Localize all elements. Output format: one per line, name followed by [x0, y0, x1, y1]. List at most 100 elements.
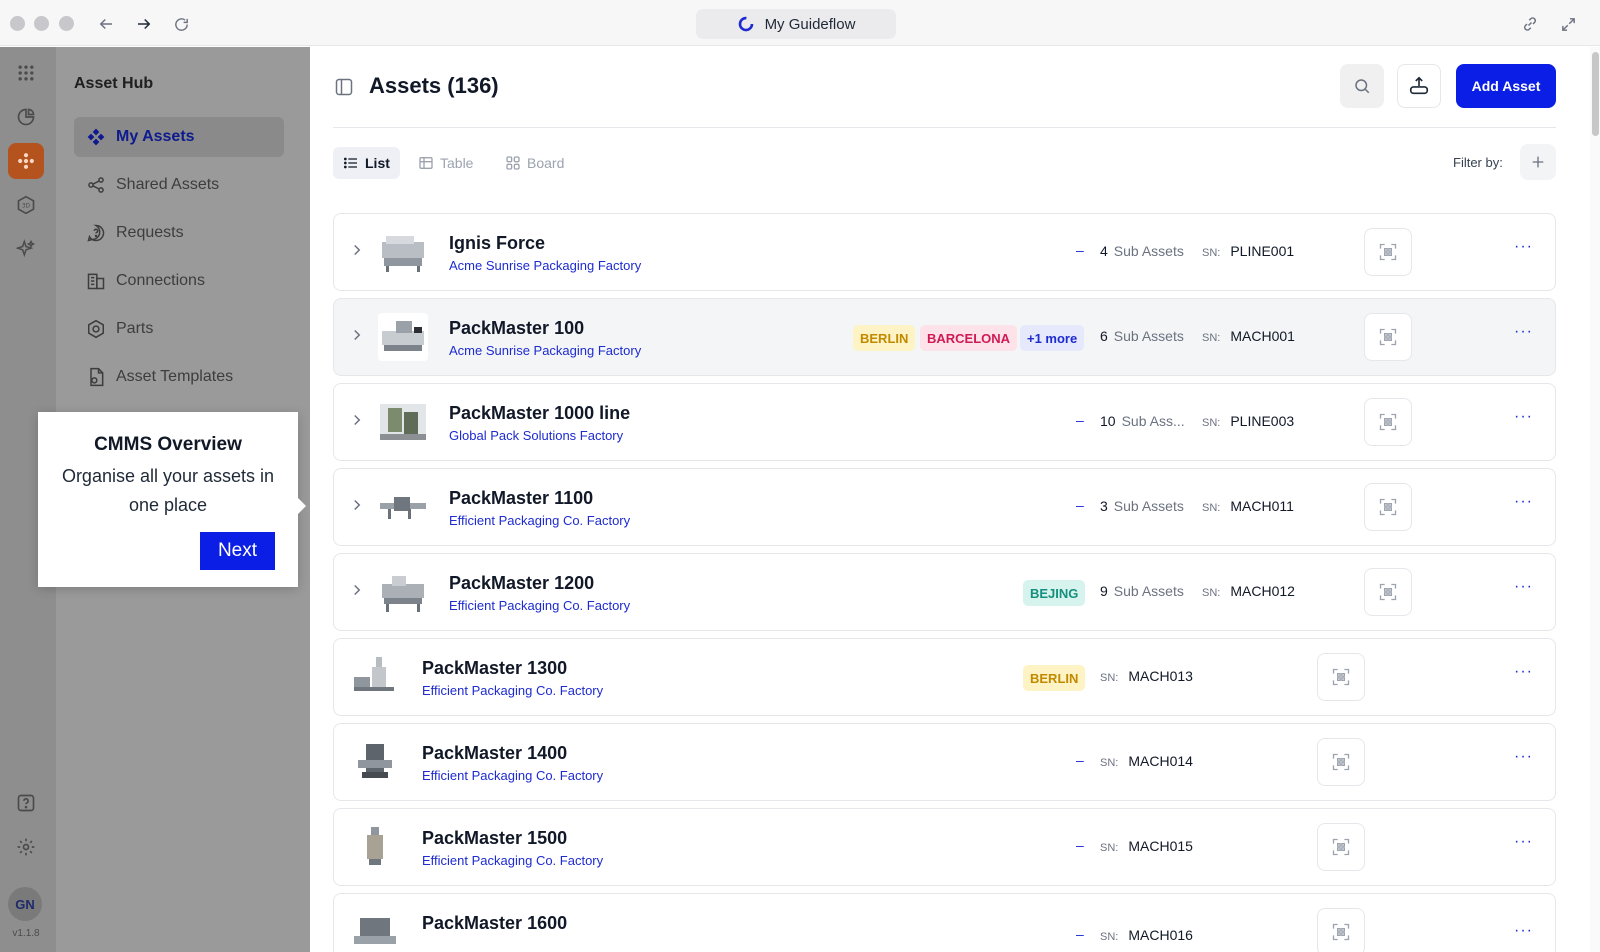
asset-name[interactable]: PackMaster 100 — [449, 318, 584, 339]
list-item[interactable]: PackMaster 1400 Efficient Packaging Co. … — [333, 723, 1556, 801]
location-tag: BERLIN — [853, 325, 916, 351]
apps-grid-icon[interactable] — [8, 55, 44, 91]
more-options-button[interactable]: ··· — [1514, 493, 1533, 511]
add-asset-button[interactable]: Add Asset — [1456, 64, 1556, 108]
expand-chevron-icon[interactable] — [348, 496, 366, 519]
more-options-button[interactable]: ··· — [1514, 922, 1533, 940]
more-options-button[interactable]: ··· — [1514, 833, 1533, 851]
list-item[interactable]: PackMaster 1000 line Global Pack Solutio… — [333, 383, 1556, 461]
list-item[interactable]: PackMaster 1600 – SN: MACH016 ··· — [333, 893, 1556, 952]
nav-item-parts[interactable]: Parts — [74, 309, 284, 349]
asset-name[interactable]: PackMaster 1200 — [449, 573, 594, 594]
sidebar-toggle-icon[interactable] — [334, 77, 354, 102]
link-icon[interactable] — [1518, 12, 1542, 36]
more-options-button[interactable]: ··· — [1514, 578, 1533, 596]
more-options-button[interactable]: ··· — [1514, 663, 1533, 681]
window-minimize-dot[interactable] — [34, 16, 49, 31]
list-item[interactable]: PackMaster 100 Acme Sunrise Packaging Fa… — [333, 298, 1556, 376]
asset-site-link[interactable]: Global Pack Solutions Factory — [449, 428, 623, 443]
back-arrow-icon[interactable] — [94, 12, 118, 36]
asset-site-link[interactable]: Efficient Packaging Co. Factory — [422, 768, 603, 783]
asset-name[interactable]: PackMaster 1500 — [422, 828, 567, 849]
sparkles-icon[interactable] — [8, 231, 44, 267]
qr-scan-icon — [1332, 668, 1350, 686]
qr-scan-icon — [1379, 498, 1397, 516]
tooltip-next-button[interactable]: Next — [200, 532, 275, 570]
tab-label: Table — [440, 155, 474, 171]
qr-scan-icon — [1379, 413, 1397, 431]
qr-code-button[interactable] — [1317, 738, 1365, 786]
more-options-button[interactable]: ··· — [1514, 748, 1533, 766]
scrollbar-track[interactable] — [1590, 47, 1600, 952]
asset-site-link[interactable]: Acme Sunrise Packaging Factory — [449, 258, 641, 273]
add-filter-button[interactable] — [1520, 144, 1556, 180]
window-close-dot[interactable] — [10, 16, 25, 31]
asset-site-link[interactable]: Acme Sunrise Packaging Factory — [449, 343, 641, 358]
user-avatar[interactable]: GN — [8, 887, 42, 921]
asset-site-link[interactable]: Efficient Packaging Co. Factory — [422, 683, 603, 698]
qr-code-button[interactable] — [1364, 568, 1412, 616]
more-tags-badge[interactable]: +1 more — [1020, 325, 1085, 351]
search-button[interactable] — [1340, 64, 1384, 108]
import-button[interactable] — [1397, 64, 1441, 108]
analytics-pie-icon[interactable] — [8, 99, 44, 135]
more-options-button[interactable]: ··· — [1514, 238, 1533, 256]
tab-board[interactable]: Board — [495, 147, 574, 179]
location-tag: BERLIN — [1023, 665, 1086, 691]
more-options-button[interactable]: ··· — [1514, 408, 1533, 426]
nav-item-connections[interactable]: Connections — [74, 261, 284, 301]
plus-icon — [1532, 156, 1544, 168]
asset-thumbnail — [367, 827, 383, 865]
qr-code-button[interactable] — [1364, 228, 1412, 276]
list-item[interactable]: PackMaster 1500 Efficient Packaging Co. … — [333, 808, 1556, 886]
serial-number: SN: MACH015 — [1100, 838, 1193, 854]
expand-icon[interactable] — [1556, 12, 1580, 36]
building-icon — [87, 273, 105, 290]
table-icon — [419, 157, 433, 169]
list-item[interactable]: Ignis Force Acme Sunrise Packaging Facto… — [333, 213, 1556, 291]
board-icon — [506, 156, 520, 170]
asset-site-link[interactable]: Efficient Packaging Co. Factory — [449, 513, 630, 528]
help-icon[interactable] — [8, 785, 44, 821]
nav-item-asset-templates[interactable]: Asset Templates — [74, 357, 284, 397]
asset-name[interactable]: PackMaster 1600 — [422, 913, 567, 934]
address-tab[interactable]: My Guideflow — [696, 9, 896, 39]
tab-list[interactable]: List — [333, 147, 400, 179]
forward-arrow-icon[interactable] — [132, 12, 156, 36]
3d-icon[interactable]: 3D — [8, 187, 44, 223]
list-item[interactable]: PackMaster 1100 Efficient Packaging Co. … — [333, 468, 1556, 546]
nav-item-requests[interactable]: Requests — [74, 213, 284, 253]
asset-site-link[interactable]: Efficient Packaging Co. Factory — [422, 853, 603, 868]
qr-code-button[interactable] — [1317, 908, 1365, 952]
window-zoom-dot[interactable] — [59, 16, 74, 31]
expand-chevron-icon[interactable] — [348, 411, 366, 434]
nav-item-label: Parts — [116, 320, 154, 337]
more-options-button[interactable]: ··· — [1514, 323, 1533, 341]
upload-tray-icon — [1409, 76, 1429, 95]
asset-hub-icon[interactable] — [8, 143, 44, 179]
reload-icon[interactable] — [169, 12, 193, 36]
nav-item-my-assets[interactable]: My Assets — [74, 117, 284, 157]
qr-code-button[interactable] — [1364, 313, 1412, 361]
scrollbar-thumb[interactable] — [1592, 52, 1599, 136]
asset-name[interactable]: PackMaster 1000 line — [449, 403, 630, 424]
asset-name[interactable]: Ignis Force — [449, 233, 545, 254]
expand-chevron-icon[interactable] — [348, 326, 366, 349]
asset-site-link[interactable]: Efficient Packaging Co. Factory — [449, 598, 630, 613]
nav-item-shared-assets[interactable]: Shared Assets — [74, 165, 284, 205]
asset-name[interactable]: PackMaster 1300 — [422, 658, 567, 679]
list-item[interactable]: PackMaster 1300 Efficient Packaging Co. … — [333, 638, 1556, 716]
qr-code-button[interactable] — [1364, 398, 1412, 446]
asset-name[interactable]: PackMaster 1400 — [422, 743, 567, 764]
asset-name[interactable]: PackMaster 1100 — [449, 488, 593, 509]
qr-code-button[interactable] — [1364, 483, 1412, 531]
qr-code-button[interactable] — [1317, 653, 1365, 701]
list-item[interactable]: PackMaster 1200 Efficient Packaging Co. … — [333, 553, 1556, 631]
asset-thumbnail — [380, 497, 426, 519]
qr-code-button[interactable] — [1317, 823, 1365, 871]
tooltip-title: CMMS Overview — [94, 434, 242, 455]
expand-chevron-icon[interactable] — [348, 241, 366, 264]
tab-table[interactable]: Table — [408, 147, 483, 179]
expand-chevron-icon[interactable] — [348, 581, 366, 604]
settings-gear-icon[interactable] — [8, 829, 44, 865]
